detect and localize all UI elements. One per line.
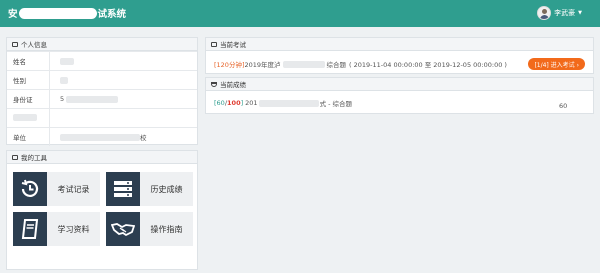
- redacted-value: [258, 99, 319, 107]
- redacted-value: [282, 60, 325, 68]
- current-exam-panel: 当前考试 [120分钟] 2019年度泸 综合题 ( 2019-11-04 00…: [205, 37, 594, 74]
- redacted-value: [60, 76, 68, 84]
- history-icon: [13, 172, 47, 206]
- exam-item: [120分钟] 2019年度泸 综合题 ( 2019-11-04 00:00:0…: [206, 51, 593, 77]
- app-title: 安 试系统: [8, 6, 126, 20]
- info-value: [49, 109, 197, 127]
- redacted-value: [66, 95, 119, 103]
- tool-history-scores[interactable]: 历史成绩: [106, 172, 193, 206]
- unit-suffix: 校: [140, 134, 147, 142]
- info-label: [7, 113, 49, 123]
- keyboard-icon: [211, 41, 217, 47]
- my-tools-header: 我的工具: [7, 151, 197, 164]
- personal-info-panel: 个人信息 姓名 性别 身份证 5 单位 校: [6, 37, 198, 146]
- redacted-value: [60, 133, 140, 141]
- user-menu[interactable]: 李武豪 ▼: [537, 6, 582, 20]
- handshake-icon: [106, 212, 140, 246]
- app-title-end: 试系统: [97, 9, 127, 20]
- server-icon: [106, 172, 140, 206]
- tool-label: 历史成绩: [150, 184, 183, 194]
- id-card-icon: [12, 41, 18, 47]
- trophy-icon: [211, 81, 217, 87]
- score-total: 100: [227, 99, 241, 107]
- info-label: 单位: [13, 134, 26, 142]
- app-title-start: 安: [8, 9, 18, 20]
- info-value: [49, 52, 197, 70]
- redacted-block: [18, 8, 97, 19]
- tool-label: 考试记录: [57, 184, 90, 194]
- score-value: 60: [216, 99, 225, 107]
- exam-duration: [120分钟]: [214, 61, 245, 69]
- info-row-unit: 单位 校: [7, 127, 197, 146]
- id-prefix: 5: [60, 95, 65, 103]
- tool-study-materials[interactable]: 学习资料: [13, 212, 100, 246]
- score-points: 60: [559, 102, 568, 110]
- personal-info-title: 个人信息: [21, 41, 47, 49]
- tool-exam-records[interactable]: 考试记录: [13, 172, 100, 206]
- current-score-header: 当前成绩: [206, 78, 593, 91]
- info-label: 身份证: [13, 96, 33, 104]
- current-exam-header: 当前考试: [206, 38, 593, 51]
- exam-name-end: 综合题: [326, 61, 347, 69]
- redacted-label: [13, 113, 37, 121]
- info-label: 姓名: [13, 58, 26, 66]
- enter-exam-button[interactable]: [1/4] 进入考试 ›: [528, 58, 585, 70]
- info-row-name: 姓名: [7, 51, 197, 70]
- redacted-value: [60, 57, 74, 65]
- score-item: [60/100] 201 式 - 综合题: [206, 91, 593, 115]
- user-name: 李武豪: [554, 9, 576, 17]
- info-row-id: 身份证 5: [7, 89, 197, 108]
- avatar: [537, 6, 552, 20]
- score-exam-name-start: 201: [245, 99, 258, 107]
- current-exam-title: 当前考试: [220, 41, 246, 49]
- info-value: 5: [49, 90, 197, 108]
- chevron-down-icon: ▼: [578, 10, 582, 16]
- tool-operation-guide[interactable]: 操作指南: [106, 212, 193, 246]
- my-tools-panel: 我的工具 考试记录 历史成绩 学习资料 操作指南: [6, 150, 198, 270]
- tool-label: 操作指南: [150, 224, 183, 234]
- tool-label: 学习资料: [57, 224, 90, 234]
- info-row-gender: 性别: [7, 70, 197, 89]
- book-icon: [13, 212, 47, 246]
- info-value: [49, 71, 197, 89]
- exam-name-start: 2019年度泸: [244, 61, 281, 69]
- current-score-panel: 当前成绩 [60/100] 201 式 - 综合题 60: [205, 77, 594, 114]
- exam-period: ( 2019-11-04 00:00:00 至 2019-12-05 00:00…: [349, 61, 507, 69]
- score-exam-name-end: 式 - 综合题: [319, 100, 353, 108]
- info-row-redacted: [7, 108, 197, 127]
- score-close-bracket: ]: [240, 99, 244, 107]
- top-bar: 安 试系统 李武豪 ▼: [0, 0, 600, 27]
- current-score-title: 当前成绩: [220, 81, 246, 89]
- my-tools-title: 我的工具: [21, 154, 47, 162]
- info-value: 校: [49, 128, 197, 146]
- info-label: 性别: [13, 77, 26, 85]
- personal-info-header: 个人信息: [7, 38, 197, 51]
- laptop-icon: [12, 154, 18, 160]
